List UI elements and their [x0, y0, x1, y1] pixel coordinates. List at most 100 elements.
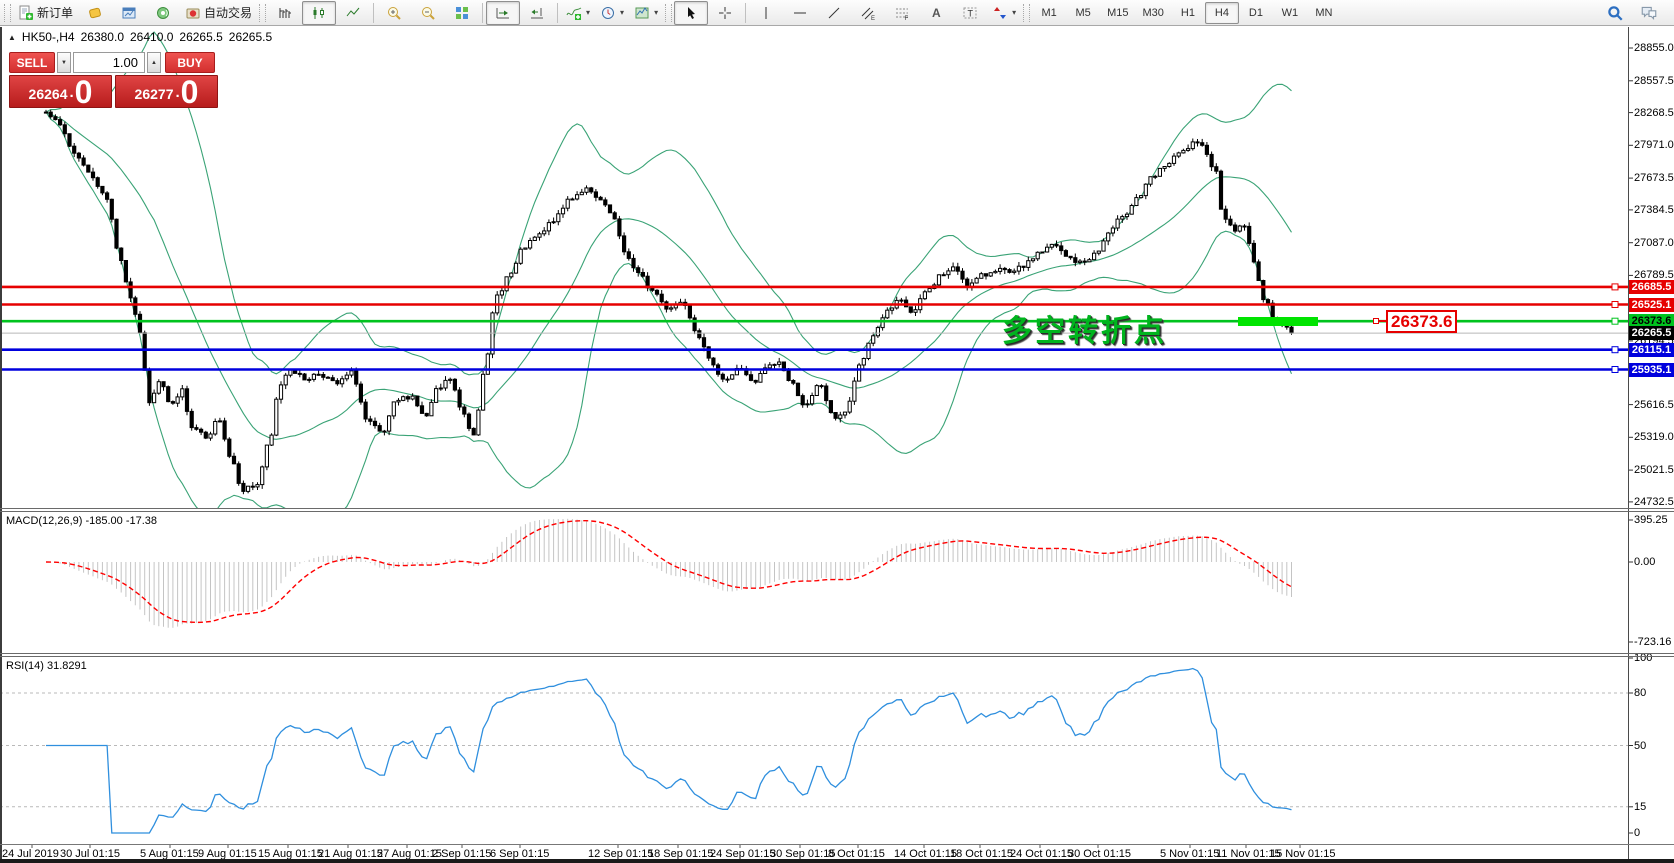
channel-icon: E	[860, 5, 876, 21]
price-axis-tick: 28268.5	[1634, 107, 1674, 119]
sell-price-main: 26264	[29, 84, 68, 104]
chat-button[interactable]	[1632, 1, 1666, 25]
arrows-button[interactable]: ▾	[987, 1, 1021, 25]
price-chart-canvas[interactable]	[0, 0, 1674, 863]
timeframe-button-d1[interactable]: D1	[1239, 2, 1273, 24]
price-axis-tick: 27384.5	[1634, 204, 1674, 216]
rsi-panel-separator[interactable]	[0, 656, 1674, 657]
chart-shift-button[interactable]	[520, 1, 554, 25]
vertical-line-button[interactable]	[749, 1, 783, 25]
chart-shift-icon	[529, 5, 545, 21]
mt4-trading-terminal: { "toolbar": { "new_order": "新订单", "auto…	[0, 0, 1674, 863]
timeframe-button-h4[interactable]: H4	[1205, 2, 1239, 24]
auto-scroll-icon	[495, 5, 511, 21]
trendline-icon	[826, 5, 842, 21]
dropdown-arrow-icon: ▾	[586, 8, 590, 17]
auto-scroll-button[interactable]	[486, 1, 520, 25]
chart-windows-button[interactable]	[112, 1, 146, 25]
volume-increase-button[interactable]: ▲	[147, 52, 161, 73]
rsi-axis-tick: 0	[1634, 827, 1640, 839]
macd-panel-separator[interactable]	[0, 508, 1674, 509]
tile-windows-button[interactable]	[445, 1, 479, 25]
search-button[interactable]	[1598, 1, 1632, 25]
current-price-label: 26265.5	[1629, 326, 1674, 340]
text-label-button[interactable]: T	[953, 1, 987, 25]
templates-button[interactable]: ▾	[629, 1, 663, 25]
new-order-button[interactable]: 新订单	[13, 1, 78, 25]
rsi-layer	[0, 669, 1628, 834]
line-chart-icon	[345, 5, 361, 21]
macd-axis-tick: 395.25	[1634, 514, 1668, 526]
sell-price-display[interactable]: 26264 . 0	[9, 75, 112, 108]
timeframe-button-m5[interactable]: M5	[1066, 2, 1100, 24]
trendline-button[interactable]	[817, 1, 851, 25]
support-line-price-label: 26115.1	[1629, 343, 1674, 357]
toolbar-drag-handle[interactable]	[259, 4, 266, 22]
price-axis-tick: 27971.0	[1634, 139, 1674, 151]
one-click-trading-panel: SELL ▼ ▲ BUY 26264 . 0 26277 . 0	[9, 52, 221, 108]
buy-button[interactable]: BUY	[165, 52, 215, 73]
timeframe-button-h1[interactable]: H1	[1171, 2, 1205, 24]
svg-text:F: F	[905, 16, 909, 21]
zoom-out-button[interactable]	[411, 1, 445, 25]
sell-price-last-digit: 0	[75, 78, 93, 106]
fibonacci-icon: F	[894, 5, 910, 21]
rsi-panel-separator[interactable]	[0, 653, 1674, 654]
svg-text:T: T	[968, 8, 974, 18]
fibonacci-button[interactable]: F	[885, 1, 919, 25]
text-a-icon: A	[928, 5, 944, 21]
text-button[interactable]: A	[919, 1, 953, 25]
one-click-collapse-icon[interactable]: ▲	[8, 33, 16, 42]
toolbar-drag-handle[interactable]	[4, 4, 11, 22]
new-order-label: 新订单	[37, 4, 73, 21]
svg-text:A: A	[932, 6, 941, 20]
timeframe-button-m1[interactable]: M1	[1032, 2, 1066, 24]
macd-panel-separator[interactable]	[0, 511, 1674, 512]
bar-chart-button[interactable]	[268, 1, 302, 25]
macd-indicator-label: MACD(12,26,9) -185.00 -17.38	[6, 515, 157, 527]
price-tag-label[interactable]: 26373.6	[1386, 310, 1457, 333]
turning-point-annotation[interactable]: 多空转折点	[1002, 306, 1167, 350]
window-bottom-edge	[0, 859, 1674, 863]
timeframe-button-m30[interactable]: M30	[1136, 2, 1171, 24]
candlestick-chart-icon	[311, 5, 327, 21]
autotrading-button[interactable]: 自动交易	[180, 1, 257, 25]
equidistant-channel-button[interactable]: E	[851, 1, 885, 25]
line-chart-button[interactable]	[336, 1, 370, 25]
volume-decrease-button[interactable]: ▼	[57, 52, 71, 73]
market-watch-button[interactable]	[78, 1, 112, 25]
tile-windows-icon	[454, 5, 470, 21]
open-value: 26380.0	[81, 30, 124, 44]
highlight-bar[interactable]	[1238, 317, 1318, 326]
toolbar-drag-handle[interactable]	[665, 4, 672, 22]
dropdown-arrow-icon: ▾	[1012, 8, 1016, 17]
resistance-line-price-label: 26685.5	[1629, 280, 1674, 294]
macd-layer	[46, 519, 1292, 628]
buy-price-display[interactable]: 26277 . 0	[115, 75, 218, 108]
timeframe-button-w1[interactable]: W1	[1273, 2, 1307, 24]
resistance-line-price-label: 26525.1	[1629, 298, 1674, 312]
timeframe-toolbar: M1M5M15M30H1H4D1W1MN	[1032, 2, 1341, 24]
market-watch-icon	[87, 5, 103, 21]
chart-windows-icon	[121, 5, 137, 21]
cursor-icon	[683, 5, 699, 21]
signals-button[interactable]	[146, 1, 180, 25]
buy-price-separator: .	[175, 82, 179, 104]
price-axis-tick: 28557.5	[1634, 75, 1674, 87]
horizontal-line-button[interactable]	[783, 1, 817, 25]
zoom-in-button[interactable]	[377, 1, 411, 25]
timeframe-button-m15[interactable]: M15	[1100, 2, 1135, 24]
cursor-button[interactable]	[674, 1, 708, 25]
volume-input[interactable]	[73, 52, 145, 73]
crosshair-button[interactable]	[708, 1, 742, 25]
timeframe-button-mn[interactable]: MN	[1307, 2, 1341, 24]
clock-icon	[600, 5, 616, 21]
periods-button[interactable]: ▾	[595, 1, 629, 25]
toolbar-drag-handle[interactable]	[1023, 4, 1030, 22]
sell-button[interactable]: SELL	[9, 52, 55, 73]
support-line-price-label: 25935.1	[1629, 363, 1674, 377]
dropdown-arrow-icon: ▾	[620, 8, 624, 17]
candlestick-chart-button[interactable]	[302, 1, 336, 25]
indicators-button[interactable]: ▾	[561, 1, 595, 25]
close-value: 26265.5	[229, 30, 272, 44]
